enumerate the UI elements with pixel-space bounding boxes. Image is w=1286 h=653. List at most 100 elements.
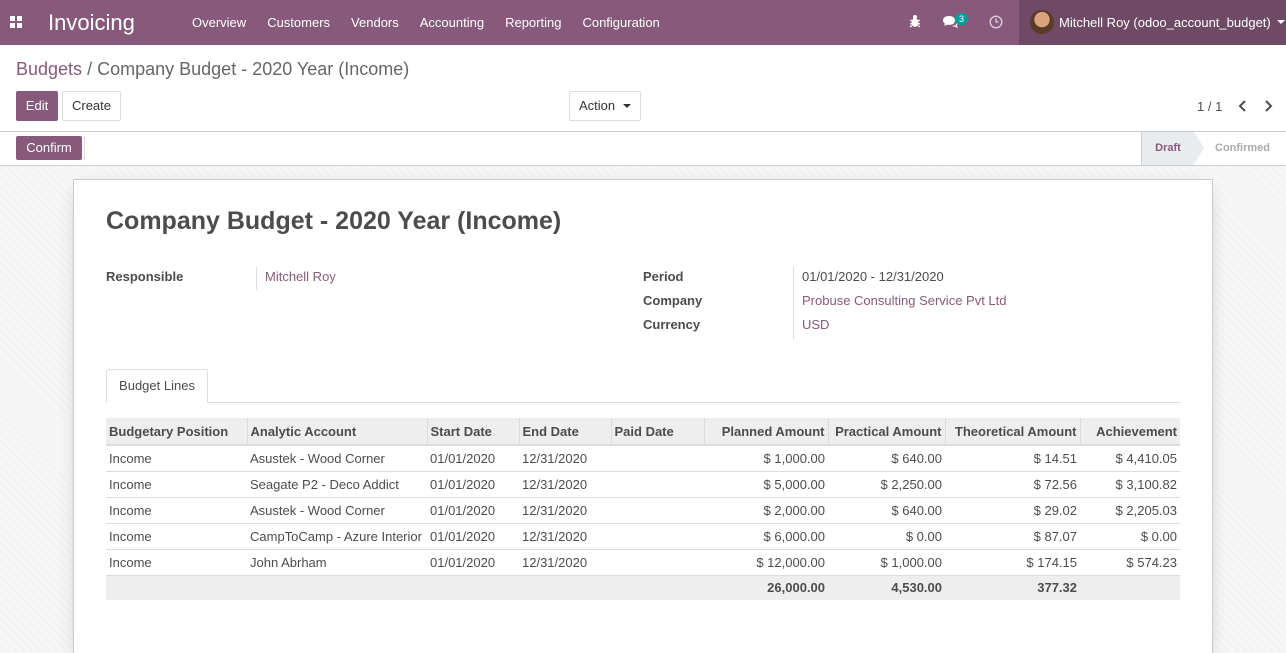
breadcrumb-current: Company Budget - 2020 Year (Income) — [97, 59, 410, 79]
pager-previous-icon[interactable] — [1237, 99, 1247, 116]
table-cell: $ 12,000.00 — [704, 549, 828, 576]
tabs-baseline — [106, 402, 1180, 403]
table-totals-row: 26,000.00 4,530.00 377.32 — [106, 575, 1180, 600]
table-cell: $ 87.07 — [945, 523, 1080, 550]
menu-customers[interactable]: Customers — [267, 0, 330, 45]
activity-clock-icon[interactable] — [989, 15, 1003, 32]
table-cell: $ 174.15 — [945, 549, 1080, 576]
table-cell: $ 6,000.00 — [704, 523, 828, 550]
table-cell — [611, 523, 704, 550]
responsible-value[interactable]: Mitchell Roy — [265, 269, 336, 284]
table-cell: $ 29.02 — [945, 497, 1080, 524]
table-cell: 12/31/2020 — [519, 523, 611, 550]
menu-overview[interactable]: Overview — [192, 0, 246, 45]
table-row[interactable]: Income Asustek - Wood Corner 01/01/2020 … — [106, 497, 1180, 524]
total-cell — [519, 575, 611, 600]
period-value: 01/01/2020 - 12/31/2020 — [802, 269, 944, 284]
total-practical-amount: 4,530.00 — [828, 575, 945, 600]
total-cell — [1080, 575, 1180, 600]
table-cell: $ 1,000.00 — [704, 445, 828, 472]
table-cell: 12/31/2020 — [519, 549, 611, 576]
table-row[interactable]: Income CampToCamp - Azure Interior 01/01… — [106, 523, 1180, 550]
table-cell: $ 574.23 — [1080, 549, 1180, 576]
table-cell: $ 14.51 — [945, 445, 1080, 472]
table-cell: 01/01/2020 — [427, 497, 519, 524]
edit-button[interactable]: Edit — [16, 91, 58, 121]
stage-draft[interactable]: Draft — [1141, 132, 1194, 165]
column-header[interactable]: Budgetary Position — [106, 418, 248, 446]
main-menu: Overview Customers Vendors Accounting Re… — [192, 0, 681, 45]
table-cell: $ 2,250.00 — [828, 471, 945, 498]
tab-budget-lines[interactable]: Budget Lines — [106, 369, 208, 403]
menu-reporting[interactable]: Reporting — [505, 0, 561, 45]
column-header[interactable]: Paid Date — [611, 418, 705, 446]
total-theoretical-amount: 377.32 — [945, 575, 1080, 600]
table-row[interactable]: Income Asustek - Wood Corner 01/01/2020 … — [106, 445, 1180, 472]
budget-title: Company Budget - 2020 Year (Income) — [106, 207, 562, 235]
table-row[interactable]: Income John Abrham 01/01/2020 12/31/2020… — [106, 549, 1180, 576]
user-avatar — [1030, 10, 1054, 34]
table-header-row: Budgetary Position Analytic Account Star… — [106, 418, 1180, 446]
table-cell: $ 640.00 — [828, 445, 945, 472]
table-cell: Income — [106, 497, 247, 524]
column-header[interactable]: Planned Amount — [704, 418, 829, 446]
table-cell: 12/31/2020 — [519, 445, 611, 472]
apps-menu-icon[interactable] — [10, 16, 23, 28]
table-cell: Asustek - Wood Corner — [247, 445, 427, 472]
confirm-button[interactable]: Confirm — [16, 136, 82, 160]
user-name: Mitchell Roy (odoo_account_budget) — [1059, 15, 1271, 30]
table-cell: 01/01/2020 — [427, 445, 519, 472]
table-cell: Income — [106, 523, 247, 550]
table-row[interactable]: Income Seagate P2 - Deco Addict 01/01/20… — [106, 471, 1180, 498]
pager-value[interactable]: 1 / 1 — [1197, 99, 1222, 114]
currency-label: Currency — [643, 317, 701, 332]
column-header[interactable]: End Date — [519, 418, 612, 446]
table-cell: CampToCamp - Azure Interior — [247, 523, 427, 550]
app-name: Invoicing — [48, 10, 135, 35]
table-cell: $ 3,100.82 — [1080, 471, 1180, 498]
column-header[interactable]: Start Date — [427, 418, 520, 446]
table-cell: Asustek - Wood Corner — [247, 497, 427, 524]
table-cell: 01/01/2020 — [427, 523, 519, 550]
total-cell — [611, 575, 704, 600]
table-cell: John Abrham — [247, 549, 427, 576]
column-header[interactable]: Analytic Account — [247, 418, 428, 446]
table-cell: $ 0.00 — [828, 523, 945, 550]
menu-configuration[interactable]: Configuration — [582, 0, 659, 45]
currency-value[interactable]: USD — [802, 317, 829, 332]
messages-count-badge: 3 — [955, 13, 969, 25]
breadcrumb-budgets-link[interactable]: Budgets — [16, 59, 82, 79]
table-cell: Seagate P2 - Deco Addict — [247, 471, 427, 498]
caret-down-icon — [623, 104, 631, 108]
table-cell — [611, 471, 704, 498]
pager-next-icon[interactable] — [1264, 99, 1274, 116]
top-navbar: Invoicing Overview Customers Vendors Acc… — [0, 0, 1286, 45]
table-cell — [611, 445, 704, 472]
table-cell: 01/01/2020 — [427, 549, 519, 576]
user-menu[interactable]: Mitchell Roy (odoo_account_budget) — [1019, 0, 1286, 45]
company-value[interactable]: Probuse Consulting Service Pvt Ltd — [802, 293, 1007, 308]
table-cell: $ 72.56 — [945, 471, 1080, 498]
column-header[interactable]: Theoretical Amount — [945, 418, 1081, 446]
table-cell: $ 1,000.00 — [828, 549, 945, 576]
table-cell: $ 0.00 — [1080, 523, 1180, 550]
table-cell: 12/31/2020 — [519, 471, 611, 498]
status-divider — [84, 136, 85, 160]
stage-confirmed[interactable]: Confirmed — [1215, 132, 1270, 165]
action-label: Action — [579, 98, 616, 113]
table-cell: 12/31/2020 — [519, 497, 611, 524]
table-cell: $ 5,000.00 — [704, 471, 828, 498]
responsible-label: Responsible — [106, 269, 184, 284]
table-cell: 01/01/2020 — [427, 471, 519, 498]
responsible-field-divider — [256, 267, 257, 290]
debug-bug-icon[interactable] — [909, 14, 921, 31]
create-button[interactable]: Create — [62, 91, 121, 121]
right-group-divider — [793, 267, 794, 339]
table-cell: $ 2,205.03 — [1080, 497, 1180, 524]
menu-accounting[interactable]: Accounting — [420, 0, 484, 45]
column-header[interactable]: Practical Amount — [828, 418, 946, 446]
menu-vendors[interactable]: Vendors — [351, 0, 399, 45]
action-dropdown-button[interactable]: Action — [569, 91, 641, 121]
column-header[interactable]: Achievement — [1080, 418, 1180, 446]
status-bar: Confirm Draft Confirmed — [0, 132, 1286, 166]
